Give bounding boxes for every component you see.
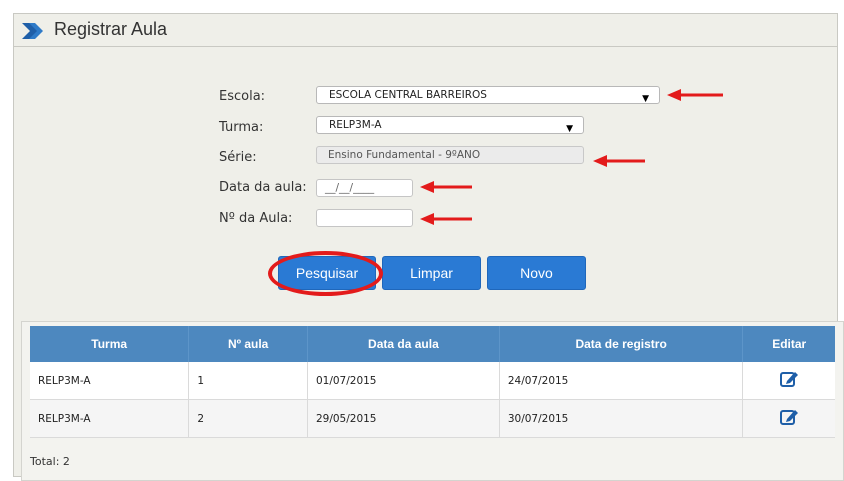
cell-data-aula: 29/05/2015 [307,399,500,438]
page-title: Registrar Aula [54,19,168,39]
edit-icon[interactable] [779,372,799,392]
data-aula-input[interactable]: __/__/____ [316,179,413,197]
cell-turma: RELP3M-A [30,362,190,400]
serie-label: Série: [219,150,257,165]
table-row: RELP3M-A 2 29/05/2015 30/07/2015 [30,399,835,438]
cell-data-registro: 30/07/2015 [499,399,744,438]
escola-select-value: ESCOLA CENTRAL BARREIROS [329,89,487,101]
data-aula-label: Data da aula: [219,180,307,195]
edit-icon[interactable] [779,410,799,430]
cell-editar [742,362,835,400]
cell-data-aula: 01/07/2015 [307,362,500,400]
limpar-button[interactable]: Limpar [382,256,481,290]
column-header-numero: Nº aula [188,326,308,362]
annotation-arrow-icon [420,213,472,225]
column-header-data-aula: Data da aula [307,326,500,362]
column-header-turma: Turma [30,326,190,362]
cell-turma: RELP3M-A [30,399,190,438]
table-header-row: Turma Nº aula Data da aula Data de regis… [30,326,835,362]
annotation-arrow-icon [420,181,472,193]
dropdown-caret-icon: ▼ [566,124,573,134]
data-aula-placeholder: __/__/____ [325,182,375,194]
numero-aula-input[interactable] [316,209,413,227]
turma-select-value: RELP3M-A [329,119,382,131]
cell-numero: 2 [188,399,308,438]
results-table: Turma Nº aula Data da aula Data de regis… [30,326,835,438]
panel-header: Registrar Aula [14,14,837,47]
column-header-data-registro: Data de registro [499,326,744,362]
serie-value: Ensino Fundamental - 9ºANO [328,149,481,161]
total-count: Total: 2 [30,455,70,468]
cell-data-registro: 24/07/2015 [499,362,744,400]
numero-aula-label: Nº da Aula: [219,211,293,226]
novo-button[interactable]: Novo [487,256,586,290]
turma-select[interactable]: RELP3M-A ▼ [316,116,584,134]
turma-label: Turma: [219,120,264,135]
pesquisar-button[interactable]: Pesquisar [278,256,376,290]
annotation-arrow-icon [593,155,645,167]
table-row: RELP3M-A 1 01/07/2015 24/07/2015 [30,362,835,400]
serie-field: Ensino Fundamental - 9ºANO [316,146,584,164]
dropdown-caret-icon: ▼ [642,94,649,104]
column-header-editar: Editar [742,326,835,362]
chevron-right-icon [21,22,45,44]
escola-select[interactable]: ESCOLA CENTRAL BARREIROS ▼ [316,86,660,104]
cell-numero: 1 [188,362,308,400]
cell-editar [742,399,835,438]
escola-label: Escola: [219,89,266,104]
annotation-arrow-icon [667,89,723,101]
